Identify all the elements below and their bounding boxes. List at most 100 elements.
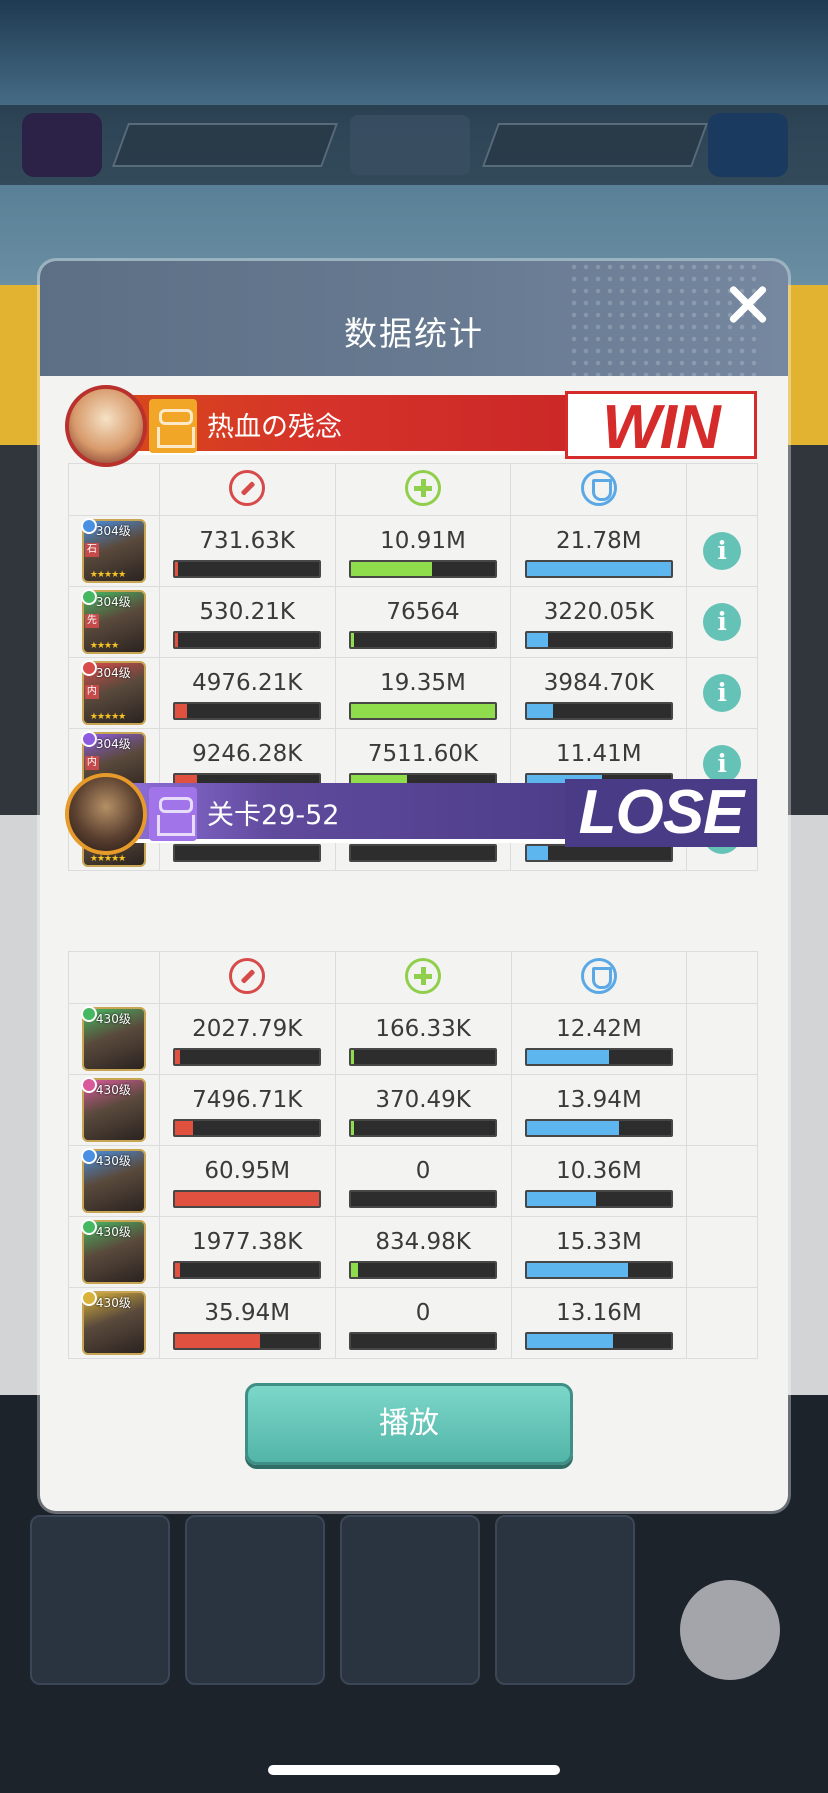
team-banner-win: 热血の残念 WIN <box>65 385 765 467</box>
team-avatar <box>65 773 147 855</box>
hero-level: 430级 <box>95 1296 131 1310</box>
heal-value: 834.98K <box>375 1229 471 1255</box>
hero-role: 内 <box>84 756 99 770</box>
stats-dialog: 数据统计 热血の残念 WIN 304级石 ★★★★★ 731.63K 10.91M 21… <box>40 261 788 1511</box>
tank-bar-fill <box>526 1263 628 1277</box>
team-strip <box>125 395 625 455</box>
background-stats-button <box>680 1580 780 1680</box>
team-flag-icon <box>149 787 197 841</box>
element-icon <box>80 1290 97 1306</box>
tank-bar <box>524 702 673 720</box>
dialog-header: 数据统计 <box>40 261 788 376</box>
damage-value: 1977.38K <box>192 1229 303 1255</box>
heal-bar <box>349 1261 498 1279</box>
background-hero-card <box>185 1515 325 1685</box>
background-battle-hud <box>0 105 828 185</box>
tank-value: 15.33M <box>556 1229 642 1255</box>
hero-role: 内 <box>84 685 99 699</box>
tank-bar-fill <box>526 633 549 647</box>
damage-value: 9246.28K <box>192 741 303 767</box>
hero-row: 304级内 ★★★★★ 4976.21K 19.35M 3984.70K i <box>68 657 758 729</box>
dialog-title: 数据统计 <box>344 314 484 353</box>
damage-value: 60.95M <box>204 1158 291 1184</box>
damage-value: 7496.71K <box>192 1087 303 1113</box>
damage-bar <box>173 1332 322 1350</box>
hero-portrait[interactable]: 304级先 ★★★★ <box>80 589 146 654</box>
tank-bar-fill <box>526 704 553 718</box>
damage-bar-fill <box>175 562 179 576</box>
hero-row: 430级 1977.38K 834.98K 15.33M <box>68 1216 758 1288</box>
heal-bar-fill <box>351 1263 359 1277</box>
team-avatar <box>65 385 147 467</box>
element-icon <box>80 1219 97 1235</box>
tank-bar <box>524 1048 673 1066</box>
close-icon[interactable] <box>722 279 774 331</box>
heal-bar-fill <box>351 562 432 576</box>
damage-bar-fill <box>175 1050 180 1064</box>
element-icon <box>80 731 97 747</box>
hero-role: 先 <box>84 614 99 628</box>
heal-bar <box>349 702 497 720</box>
hero-portrait[interactable]: 304级内 ★★★★★ <box>80 660 146 725</box>
heal-bar-fill <box>351 704 495 718</box>
element-icon <box>80 660 97 676</box>
damage-bar <box>173 1190 322 1208</box>
heal-value: 370.49K <box>375 1087 471 1113</box>
hero-level: 430级 <box>95 1154 131 1168</box>
tank-bar-fill <box>526 1050 610 1064</box>
damage-bar <box>173 631 322 649</box>
damage-bar-fill <box>175 1121 193 1135</box>
info-icon[interactable]: i <box>703 532 742 570</box>
hero-stars: ★★★★★ <box>89 854 126 864</box>
background-name-plate-left <box>111 123 339 167</box>
tank-bar <box>524 560 673 578</box>
hero-portrait[interactable]: 430级 <box>80 1077 146 1142</box>
damage-value: 530.21K <box>199 599 295 625</box>
hero-portrait[interactable]: 430级 <box>80 1006 146 1071</box>
hero-portrait[interactable]: 430级 <box>80 1290 146 1355</box>
tank-bar-fill <box>526 1121 620 1135</box>
element-icon <box>80 1077 97 1093</box>
tank-value: 12.42M <box>556 1016 642 1042</box>
hero-row: 430级 7496.71K 370.49K 13.94M <box>68 1074 758 1146</box>
tank-bar <box>524 1261 673 1279</box>
damage-bar-fill <box>175 1263 180 1277</box>
info-icon[interactable]: i <box>703 603 742 641</box>
heal-icon <box>405 469 441 506</box>
heal-value: 76564 <box>386 599 460 625</box>
tank-bar-fill <box>526 1192 597 1206</box>
heal-bar <box>349 1119 498 1137</box>
hero-portrait[interactable]: 304级石 ★★★★★ <box>80 518 146 583</box>
play-button[interactable]: 播放 <box>245 1383 573 1465</box>
background-team-flag-left <box>22 113 102 177</box>
heal-value: 0 <box>415 1158 431 1184</box>
hero-row: 430级 35.94M 0 13.16M <box>68 1287 758 1359</box>
shield-icon <box>580 957 617 994</box>
heal-bar <box>349 1048 498 1066</box>
sword-icon <box>229 957 266 994</box>
heal-value: 0 <box>415 1300 431 1326</box>
damage-bar-fill <box>175 633 179 647</box>
hero-role: 石 <box>84 543 99 557</box>
heal-value: 166.33K <box>375 1016 471 1042</box>
team-strip <box>125 783 625 843</box>
tank-value: 3984.70K <box>543 670 654 696</box>
damage-value: 4976.21K <box>192 670 303 696</box>
damage-value: 35.94M <box>204 1300 291 1326</box>
team-name: 热血の残念 <box>207 412 342 443</box>
heal-bar <box>349 1190 498 1208</box>
stats-header-row <box>68 463 758 516</box>
hero-portrait[interactable]: 430级 <box>80 1219 146 1284</box>
background-hero-card <box>495 1515 635 1685</box>
hero-stars: ★★★★★ <box>89 712 126 722</box>
tank-bar-fill <box>526 1334 614 1348</box>
element-icon <box>80 1148 97 1164</box>
damage-bar <box>173 560 322 578</box>
info-icon[interactable]: i <box>703 674 742 712</box>
hero-portrait[interactable]: 430级 <box>80 1148 146 1213</box>
damage-bar-fill <box>175 704 187 718</box>
tank-value: 10.36M <box>556 1158 642 1184</box>
hero-level: 304级 <box>95 524 131 538</box>
result-lose-badge: LOSE <box>565 779 757 847</box>
background-hero-card <box>340 1515 480 1685</box>
